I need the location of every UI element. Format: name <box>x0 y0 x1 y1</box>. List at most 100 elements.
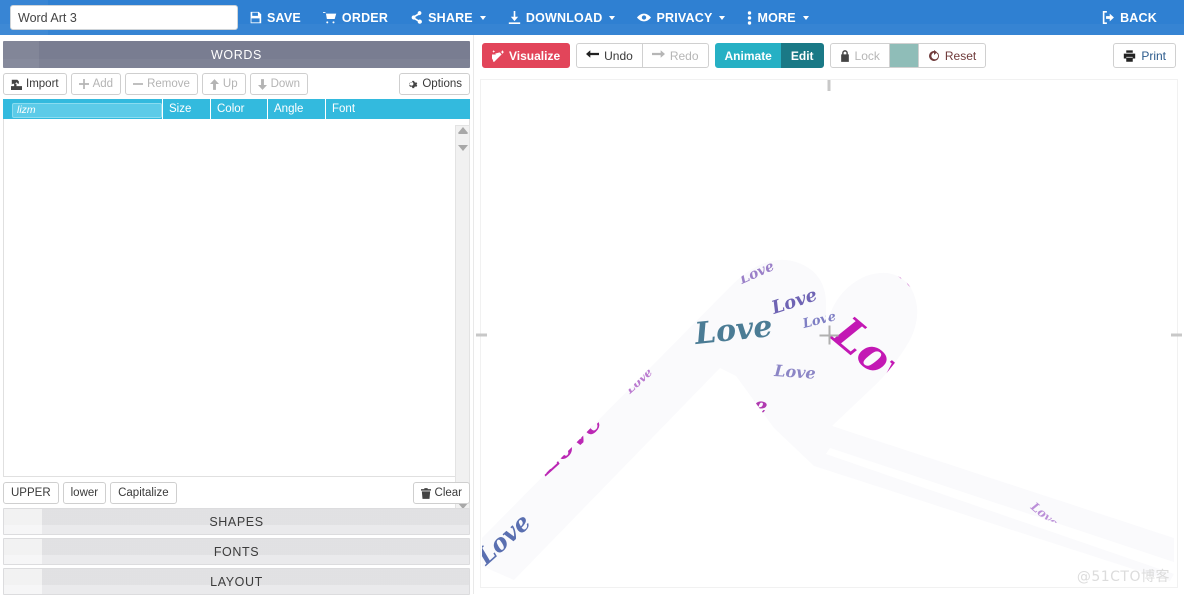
words-list-body[interactable] <box>3 119 470 477</box>
import-icon <box>11 79 22 90</box>
remove-button[interactable]: Remove <box>125 73 198 95</box>
capitalize-button[interactable]: Capitalize <box>110 482 177 504</box>
reset-button[interactable]: Reset <box>917 43 987 68</box>
column-font[interactable]: Font <box>326 99 470 119</box>
move-down-label: Down <box>270 78 300 90</box>
right-panel: Visualize Undo Redo Animate Edit Lock Re… <box>473 35 1184 594</box>
lock-label: Lock <box>854 48 880 63</box>
svg-text:Love: Love <box>537 300 568 329</box>
color-swatch-button[interactable] <box>888 43 919 68</box>
chevron-down-icon <box>479 15 486 20</box>
scroll-thumb-down-icon[interactable] <box>457 145 468 151</box>
svg-text:Love: Love <box>525 343 563 380</box>
redo-label: Redo <box>669 48 699 63</box>
options-button[interactable]: Options <box>399 73 470 95</box>
move-down-button[interactable]: Down <box>249 73 308 95</box>
watermark: @51CTO博客 <box>1076 569 1170 585</box>
svg-text:Love: Love <box>648 213 708 271</box>
topnav-share-label: SHARE <box>428 10 473 25</box>
svg-text:Love: Love <box>669 153 718 200</box>
svg-text:Love: Love <box>967 349 1001 381</box>
visualize-label: Visualize <box>509 48 561 63</box>
column-angle[interactable]: Angle <box>268 99 326 119</box>
svg-text:Love: Love <box>990 267 1046 319</box>
animate-edit-group: Animate Edit <box>714 43 824 68</box>
words-list-scrollbar[interactable] <box>455 125 470 512</box>
topnav-save[interactable]: SAVE <box>238 0 312 35</box>
fonts-section-label: FONTS <box>213 544 260 559</box>
shapes-section-header[interactable]: SHAPES <box>3 508 470 535</box>
svg-text:Love: Love <box>1097 428 1169 495</box>
chevron-down-icon <box>802 15 809 20</box>
svg-text:Love: Love <box>911 356 950 392</box>
column-color[interactable]: Color <box>211 99 268 119</box>
topnav-order-label: ORDER <box>341 10 389 25</box>
add-label: Add <box>92 78 114 90</box>
left-panel: WORDS Import Add Remove Up Down Options … <box>0 35 473 595</box>
visualize-button[interactable]: Visualize <box>482 43 571 68</box>
topnav-back-label: BACK <box>1120 10 1157 25</box>
layout-section-header[interactable]: LAYOUT <box>3 568 470 595</box>
fonts-section-header[interactable]: FONTS <box>3 538 470 565</box>
options-label: Options <box>422 78 462 90</box>
trash-icon <box>420 487 431 499</box>
remove-label: Remove <box>147 78 190 90</box>
svg-text:Love: Love <box>827 138 921 226</box>
topnav-privacy[interactable]: PRIVACY <box>626 0 736 35</box>
topnav-order[interactable]: ORDER <box>312 0 399 35</box>
chevron-down-icon <box>609 15 616 20</box>
svg-text:Love: Love <box>1010 421 1066 473</box>
chevron-down-icon <box>719 15 726 20</box>
redo-button[interactable]: Redo <box>641 43 709 68</box>
column-size[interactable]: Size <box>163 99 211 119</box>
svg-text:Love: Love <box>937 182 998 239</box>
words-section-title: WORDS <box>211 47 262 62</box>
topnav-back[interactable]: BACK <box>1091 0 1168 35</box>
svg-text:Love: Love <box>951 384 996 426</box>
artwork-title-input[interactable] <box>10 5 238 30</box>
arrow-right-icon <box>651 50 665 61</box>
clear-button[interactable]: Clear <box>412 482 470 504</box>
svg-text:Love: Love <box>486 427 519 459</box>
share-nodes-icon <box>410 11 423 24</box>
print-label: Print <box>1141 48 1166 63</box>
svg-text:Love: Love <box>670 429 727 465</box>
svg-text:Love: Love <box>921 121 998 193</box>
topnav-share[interactable]: SHARE <box>399 0 497 35</box>
lower-case-button[interactable]: lower <box>62 482 107 504</box>
svg-text:Love: Love <box>699 76 797 163</box>
svg-text:Love: Love <box>662 285 695 317</box>
move-up-label: Up <box>222 78 238 90</box>
topnav-download[interactable]: DOWNLOAD <box>497 0 627 35</box>
move-up-button[interactable]: Up <box>201 73 246 95</box>
animate-tab[interactable]: Animate <box>714 43 782 68</box>
undo-button[interactable]: Undo <box>576 43 643 68</box>
add-button[interactable]: Add <box>70 73 122 95</box>
svg-text:Love: Love <box>901 127 935 159</box>
edit-tab[interactable]: Edit <box>780 43 824 68</box>
svg-text:Love: Love <box>939 276 1006 339</box>
words-table-header-row: Size Color Angle Font <box>3 99 470 119</box>
scroll-thumb-up-icon[interactable] <box>457 127 468 133</box>
import-label: Import <box>26 78 59 90</box>
upper-case-button[interactable]: UPPER <box>3 482 59 504</box>
word-filter-input[interactable] <box>12 102 162 118</box>
word-art-canvas[interactable]: Love Love Love Love Love Love Love Love … <box>474 76 1184 594</box>
svg-text:Love: Love <box>633 146 715 225</box>
lock-button[interactable]: Lock <box>829 43 890 68</box>
canvas-center-crosshair <box>819 325 839 345</box>
topnav-more[interactable]: MORE <box>736 0 819 35</box>
topnav-more-label: MORE <box>757 10 796 25</box>
words-list-scroll-thumb[interactable] <box>455 127 470 151</box>
print-button[interactable]: Print <box>1113 43 1176 68</box>
floppy-disk-icon <box>249 11 262 24</box>
shapes-section-label: SHAPES <box>209 514 264 529</box>
words-table: Size Color Angle Font <box>3 99 470 119</box>
lock-reset-group: Lock Reset <box>829 43 987 68</box>
words-section-header[interactable]: WORDS <box>3 41 470 68</box>
svg-text:Love: Love <box>773 361 817 383</box>
word-toolbar: Import Add Remove Up Down Options <box>3 71 470 97</box>
import-button[interactable]: Import <box>3 73 67 95</box>
clear-label: Clear <box>434 487 462 499</box>
svg-text:Love: Love <box>553 387 597 429</box>
